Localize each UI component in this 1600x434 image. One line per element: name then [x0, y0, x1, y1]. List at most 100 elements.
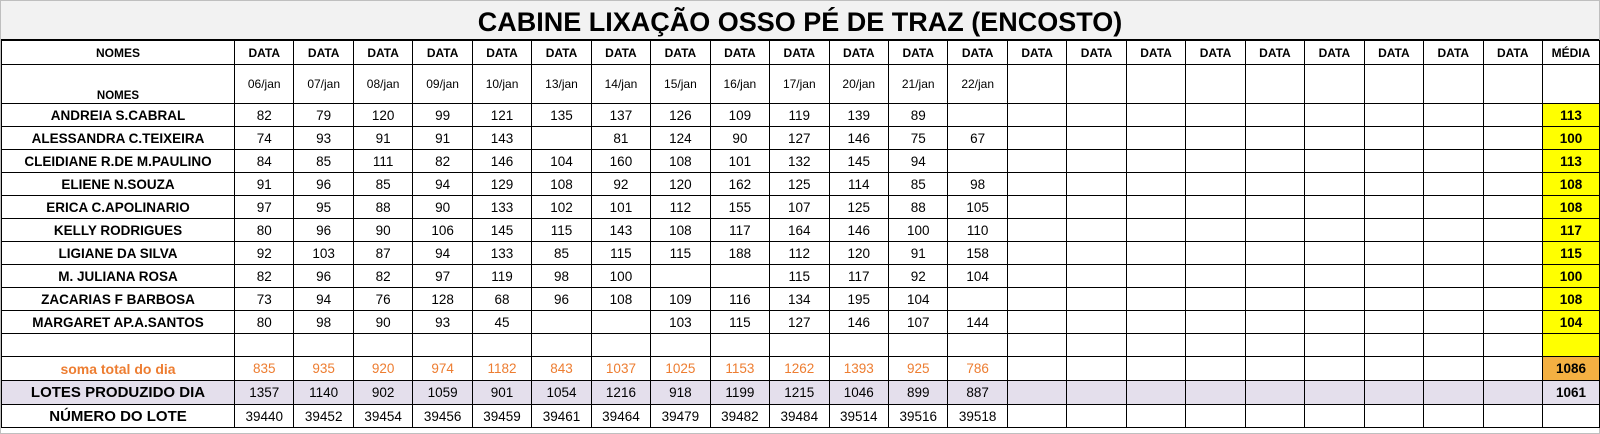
header-nomes[interactable]: NOMES — [1, 40, 235, 65]
numero-value[interactable] — [1423, 404, 1484, 428]
header-data[interactable]: DATA — [828, 40, 889, 65]
value-cell[interactable]: 120 — [828, 241, 889, 265]
value-cell[interactable]: 125 — [769, 172, 830, 196]
header-data[interactable]: DATA — [1363, 40, 1425, 65]
value-cell[interactable] — [1006, 241, 1068, 265]
value-cell[interactable]: 115 — [650, 241, 711, 265]
value-cell[interactable]: 96 — [293, 218, 354, 242]
header-data[interactable]: DATA — [471, 40, 533, 65]
value-cell[interactable] — [1363, 195, 1425, 219]
numero-value[interactable] — [1363, 404, 1425, 428]
value-cell[interactable] — [1066, 287, 1127, 311]
value-cell[interactable] — [1006, 310, 1068, 334]
lotes-value[interactable] — [1185, 380, 1246, 405]
value-cell[interactable] — [1066, 241, 1127, 265]
value-cell[interactable]: 85 — [352, 172, 414, 196]
value-cell[interactable] — [1244, 218, 1306, 242]
value-cell[interactable]: 99 — [412, 103, 473, 127]
value-cell[interactable]: 125 — [828, 195, 889, 219]
blank-cell[interactable] — [1363, 333, 1425, 357]
value-cell[interactable] — [1244, 126, 1306, 150]
value-cell[interactable]: 135 — [531, 103, 592, 127]
date-cell[interactable] — [1066, 64, 1127, 104]
value-cell[interactable] — [1244, 149, 1306, 173]
numero-media[interactable] — [1541, 404, 1600, 428]
value-cell[interactable] — [1304, 126, 1365, 150]
value-cell[interactable]: 75 — [887, 126, 949, 150]
value-cell[interactable] — [1006, 195, 1068, 219]
value-cell[interactable] — [1482, 103, 1543, 127]
date-cell[interactable] — [1125, 64, 1187, 104]
value-cell[interactable] — [1423, 241, 1484, 265]
numero-value[interactable]: 39479 — [650, 404, 711, 428]
lotes-value[interactable]: 1140 — [293, 380, 354, 405]
value-cell[interactable]: 96 — [293, 264, 354, 288]
media-cell[interactable]: 115 — [1541, 241, 1600, 265]
value-cell[interactable]: 98 — [947, 172, 1008, 196]
value-cell[interactable] — [1244, 103, 1306, 127]
media-cell[interactable]: 117 — [1541, 218, 1600, 242]
value-cell[interactable] — [1304, 149, 1365, 173]
value-cell[interactable]: 146 — [828, 126, 889, 150]
media-empty-cell[interactable] — [1541, 64, 1600, 104]
value-cell[interactable] — [1006, 287, 1068, 311]
lotes-value[interactable]: 1199 — [709, 380, 771, 405]
date-cell[interactable] — [1304, 64, 1365, 104]
value-cell[interactable]: 45 — [471, 310, 533, 334]
value-cell[interactable] — [1244, 195, 1306, 219]
soma-value[interactable]: 1025 — [650, 356, 711, 381]
value-cell[interactable] — [1066, 172, 1127, 196]
blank-cell[interactable] — [471, 333, 533, 357]
numero-value[interactable] — [1125, 404, 1187, 428]
media-cell[interactable]: 108 — [1541, 287, 1600, 311]
value-cell[interactable]: 67 — [947, 126, 1008, 150]
value-cell[interactable] — [1482, 149, 1543, 173]
value-cell[interactable]: 90 — [709, 126, 771, 150]
value-cell[interactable] — [1482, 264, 1543, 288]
value-cell[interactable] — [1066, 149, 1127, 173]
value-cell[interactable] — [1185, 264, 1246, 288]
value-cell[interactable]: 96 — [293, 172, 354, 196]
value-cell[interactable] — [1185, 287, 1246, 311]
value-cell[interactable] — [1185, 218, 1246, 242]
soma-value[interactable]: 1153 — [709, 356, 771, 381]
header-data[interactable]: DATA — [887, 40, 949, 65]
date-cell[interactable] — [1185, 64, 1246, 104]
soma-value[interactable] — [1363, 356, 1425, 381]
header-data[interactable]: DATA — [1244, 40, 1306, 65]
value-cell[interactable]: 84 — [233, 149, 295, 173]
value-cell[interactable] — [1363, 149, 1425, 173]
value-cell[interactable]: 116 — [709, 287, 771, 311]
blank-name-cell[interactable] — [1, 333, 235, 357]
header-data[interactable]: DATA — [233, 40, 295, 65]
value-cell[interactable] — [1363, 218, 1425, 242]
value-cell[interactable]: 134 — [769, 287, 830, 311]
value-cell[interactable]: 79 — [293, 103, 354, 127]
numero-value[interactable]: 39464 — [590, 404, 652, 428]
value-cell[interactable] — [1304, 287, 1365, 311]
employee-name[interactable]: ALESSANDRA C.TEIXEIRA — [1, 126, 235, 150]
value-cell[interactable]: 91 — [887, 241, 949, 265]
value-cell[interactable]: 162 — [709, 172, 771, 196]
value-cell[interactable] — [1066, 310, 1127, 334]
value-cell[interactable]: 104 — [887, 287, 949, 311]
date-cell[interactable]: 14/jan — [590, 64, 652, 104]
blank-cell[interactable] — [947, 333, 1008, 357]
value-cell[interactable] — [1244, 241, 1306, 265]
value-cell[interactable] — [1185, 195, 1246, 219]
soma-value[interactable]: 835 — [233, 356, 295, 381]
value-cell[interactable]: 146 — [471, 149, 533, 173]
blank-cell[interactable] — [1244, 333, 1306, 357]
header-data[interactable]: DATA — [531, 40, 592, 65]
lotes-value[interactable]: 1216 — [590, 380, 652, 405]
value-cell[interactable] — [1185, 126, 1246, 150]
value-cell[interactable] — [1185, 310, 1246, 334]
value-cell[interactable]: 73 — [233, 287, 295, 311]
value-cell[interactable] — [1423, 149, 1484, 173]
value-cell[interactable] — [1363, 103, 1425, 127]
blank-cell[interactable] — [828, 333, 889, 357]
value-cell[interactable]: 101 — [709, 149, 771, 173]
value-cell[interactable]: 119 — [769, 103, 830, 127]
numero-value[interactable]: 39516 — [887, 404, 949, 428]
value-cell[interactable] — [1482, 126, 1543, 150]
